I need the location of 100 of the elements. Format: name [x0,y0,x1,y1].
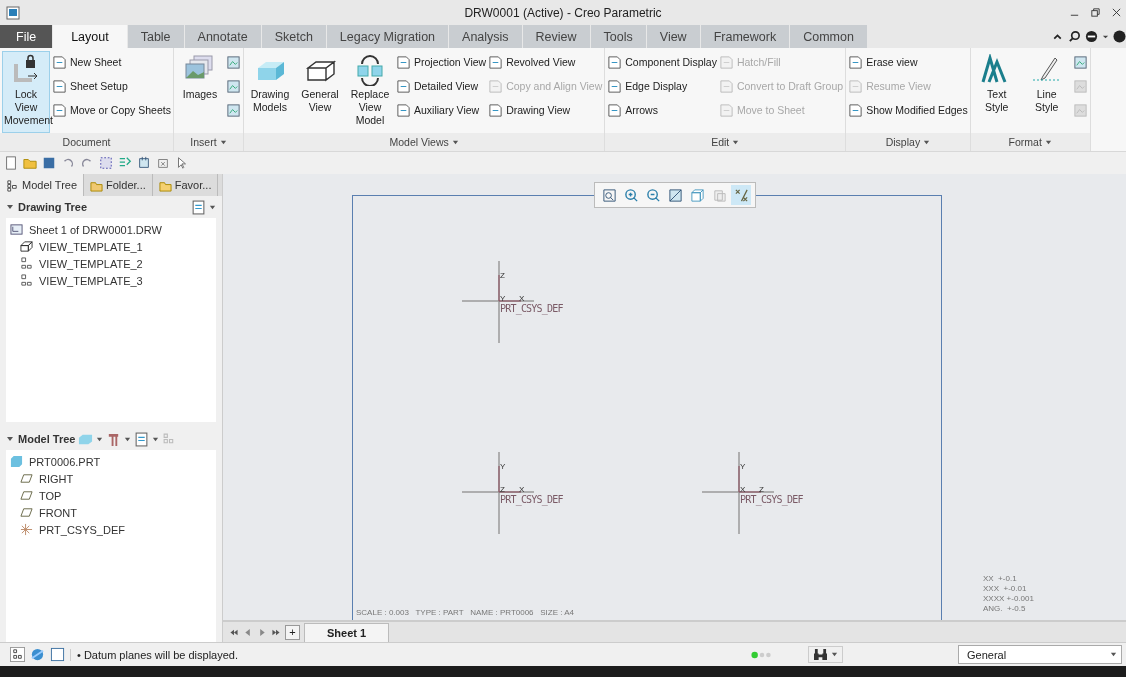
caret-icon[interactable] [219,138,227,146]
ribbon-button[interactable]: Images [175,51,224,133]
tolerance-note: XX +-0.1 [983,574,1018,584]
ribbon-button[interactable]: Auxiliary View [395,100,487,120]
ribbon-button[interactable]: Erase view [848,52,968,72]
ribbon-button[interactable]: Move or Copy Sheets [52,100,171,120]
tree-item[interactable]: TOP [10,487,212,504]
ribbon-tab[interactable]: Review [522,25,591,48]
page-icon [607,102,623,118]
help-icon[interactable] [1113,30,1126,43]
select-icon[interactable] [99,156,113,170]
list-icon[interactable] [134,431,150,447]
ribbon-button[interactable]: Projection View [395,52,487,72]
sheet-icon [10,223,23,236]
tree-item[interactable]: VIEW_TEMPLATE_3 [10,272,212,289]
page-icon [488,78,504,94]
ribbon-button[interactable]: Revolved View [488,52,603,72]
group-label[interactable]: Edit [711,136,730,148]
browser-icon[interactable] [30,647,45,662]
ribbon-tab[interactable]: Common [790,25,868,48]
caret-icon[interactable] [96,435,104,443]
tree-icon[interactable] [10,647,25,662]
caret-icon[interactable] [923,138,931,146]
tree-item[interactable]: VIEW_TEMPLATE_2 [10,255,212,272]
group-label[interactable]: Display [885,136,921,148]
page-icon [395,78,411,94]
tool-icon [1072,54,1088,70]
folder-icon[interactable] [23,156,37,170]
model-tree-header[interactable]: Model Tree [6,433,76,445]
ribbon-tab[interactable]: Layout [53,25,128,48]
tree-item[interactable]: PRT_CSYS_DEF [10,521,212,538]
tool-icon [1072,78,1088,94]
app-icon[interactable] [6,5,20,20]
ribbon-button[interactable]: Drawing Models [245,51,294,133]
drawing-tree-header[interactable]: Drawing Tree [6,201,88,213]
panel-tab[interactable]: Folder... [84,174,153,196]
group-label[interactable]: Format [1008,136,1042,148]
page-icon [52,102,67,118]
pointer-icon[interactable] [175,156,189,170]
find-button[interactable] [808,646,843,663]
panel-tab[interactable]: Favor... [152,174,219,196]
ribbon-tab[interactable]: View [646,25,701,48]
ribbon-button[interactable]: Sheet Setup [52,76,171,96]
caret-icon[interactable] [209,203,216,211]
ribbon-button[interactable]: Show Modified Edges [848,100,968,120]
search-icon[interactable] [1068,30,1081,43]
tree-item[interactable]: Sheet 1 of DRW0001.DRW [10,221,212,238]
view-icon [20,257,33,270]
restore-icon[interactable] [1090,7,1101,18]
add-sheet-button[interactable]: + [285,624,300,640]
csys-toggle-icon[interactable] [731,185,751,205]
axis-label: Y [740,463,746,471]
panel-tab[interactable]: Model Tree [0,174,85,196]
save-icon[interactable] [42,156,56,170]
caret-icon[interactable] [451,138,459,146]
new-file-icon[interactable] [4,156,18,170]
page-icon [718,54,734,70]
ribbon-button[interactable]: Component Display [607,52,717,72]
ribbon-button[interactable]: Text Style [972,51,1021,133]
first-icon[interactable] [229,627,239,637]
caret-icon[interactable] [124,435,132,443]
ribbon-button[interactable]: Edge Display [607,76,717,96]
part-icon [10,455,23,468]
ribbon-tab[interactable]: Legacy Migration [326,25,450,48]
community-icon[interactable] [1085,30,1098,43]
ribbon-button[interactable]: Line Style [1022,51,1071,133]
last-icon[interactable] [271,627,281,637]
ribbon-button[interactable]: Detailed View [395,76,487,96]
tree-item[interactable]: PRT0006.PRT [10,453,212,470]
window-icon[interactable] [50,647,65,662]
group-label[interactable]: Model Views [389,136,449,148]
ribbon-tab[interactable]: Annotate [184,25,262,48]
tree-item[interactable]: FRONT [10,504,212,521]
ribbon-tab[interactable]: Analysis [449,25,523,48]
ribbon-button[interactable]: New Sheet [52,52,171,72]
ribbon-button[interactable]: Replace View Model [345,51,394,133]
ribbon-button[interactable]: Drawing View [488,100,603,120]
list-icon[interactable] [191,199,206,215]
caret-icon[interactable] [1102,33,1109,40]
next-icon[interactable] [257,627,267,637]
filter-dropdown[interactable]: General [958,645,1122,664]
group-label[interactable]: Document [62,136,111,148]
previous-icon[interactable] [243,627,253,637]
caret-icon[interactable] [152,435,160,443]
window-icon[interactable] [137,156,151,170]
ribbon-button[interactable]: Arrows [607,100,717,120]
caret-icon[interactable] [732,138,740,146]
ribbon-tab[interactable]: Tools [590,25,647,48]
ribbon-tab[interactable]: Sketch [261,25,327,48]
ribbon-tab[interactable]: File [0,25,54,48]
tree-item[interactable]: RIGHT [10,470,212,487]
close-icon[interactable] [1111,7,1122,18]
close-window-icon[interactable] [156,156,170,170]
caret-icon[interactable] [1044,138,1052,146]
sheet-tab[interactable]: Sheet 1 [304,622,390,642]
ribbon-button[interactable]: General View [295,51,344,133]
tree-item[interactable]: VIEW_TEMPLATE_1 [10,238,212,255]
ribbon-tab[interactable]: Table [127,25,185,48]
ribbon-tab[interactable]: Framework [700,25,791,48]
axis-label: Z [759,486,764,494]
